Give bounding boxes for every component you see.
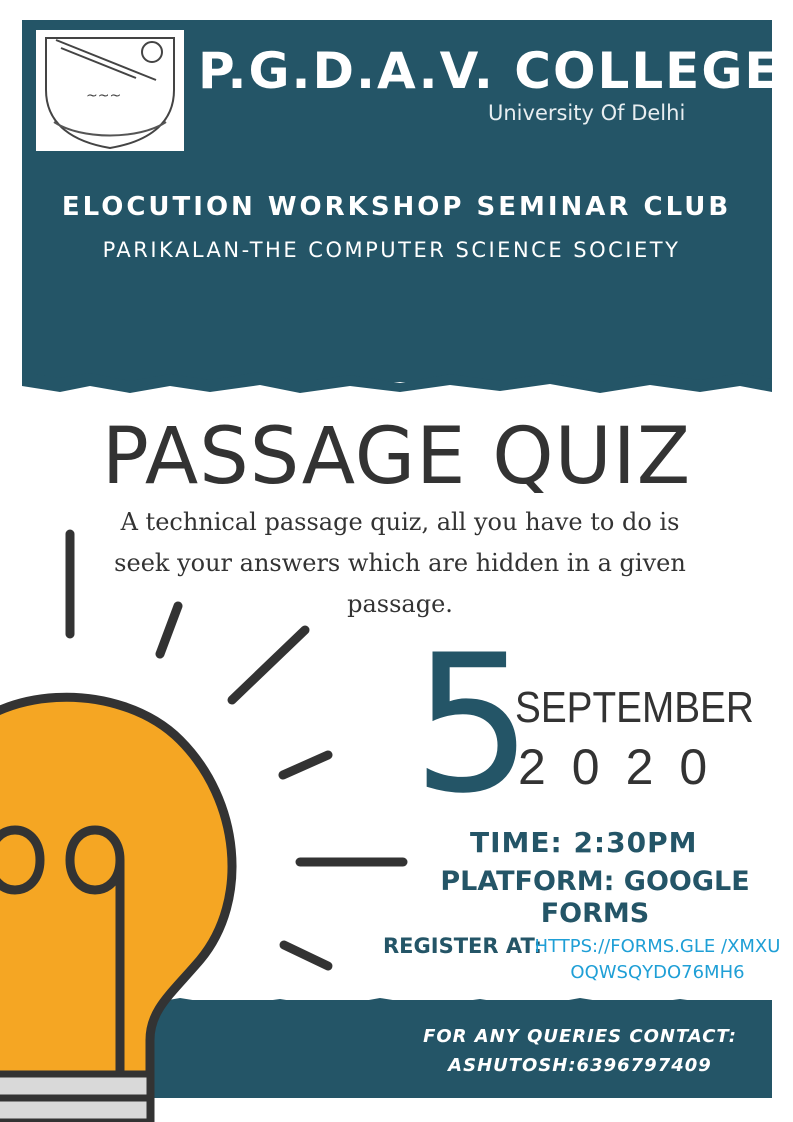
register-label: REGISTER AT:: [383, 934, 543, 958]
event-year: 2020: [518, 739, 734, 795]
college-logo: ~~~: [36, 30, 184, 151]
contact-line-2: ASHUTOSH:6396797409: [448, 1055, 712, 1076]
event-title: PASSAGE QUIZ: [101, 412, 692, 502]
club-name: ELOCUTION WORKSHOP SEMINAR CLUB: [61, 192, 732, 222]
event-platform: PLATFORM: GOOGLE FORMS: [440, 866, 750, 929]
contact-info: FOR ANY QUERIES CONTACT: ASHUTOSH:639679…: [400, 1022, 760, 1080]
college-name: P.G.D.A.V. COLLEGE: [198, 42, 781, 100]
event-month: SEPTEMBER: [515, 683, 754, 732]
event-time: TIME: 2:30PM: [470, 826, 698, 859]
register-link[interactable]: HTTPS://FORMS.GLE /XMXUOQWSQYDO76MH6: [530, 934, 785, 986]
contact-line-1: FOR ANY QUERIES CONTACT:: [423, 1026, 737, 1047]
society-name: PARIKALAN-THE COMPUTER SCIENCE SOCIETY: [102, 238, 681, 262]
lightbulb-icon: [0, 692, 237, 1122]
crest-icon: ~~~: [36, 30, 184, 151]
svg-text:~~~: ~~~: [86, 88, 121, 104]
university-name: University Of Delhi: [488, 101, 686, 125]
event-description: A technical passage quiz, all you have t…: [114, 508, 686, 618]
